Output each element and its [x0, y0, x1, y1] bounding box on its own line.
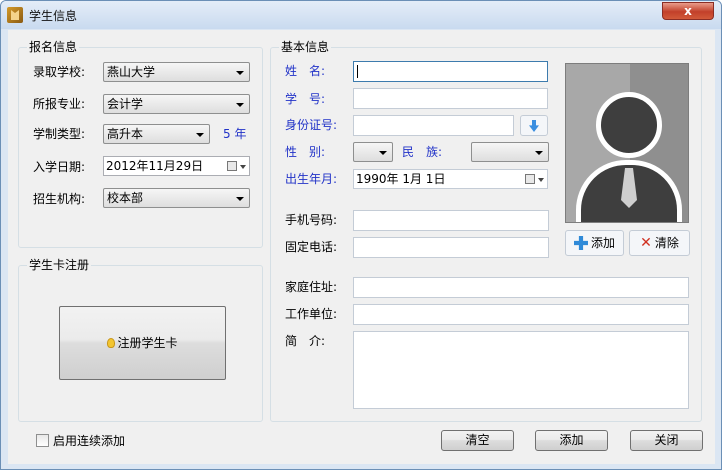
register-card-button[interactable]: 注册学生卡 [59, 306, 226, 380]
card-group-title: 学生卡注册 [27, 258, 92, 272]
phone-input[interactable] [353, 210, 549, 231]
dropdown-arrow-icon [196, 133, 204, 137]
calendar-icon [227, 161, 237, 171]
add-label: 添加 [559, 433, 584, 447]
date-label: 入学日期: [33, 160, 86, 174]
school-select-value: 燕山大学 [107, 65, 156, 79]
org-select-value: 校本部 [107, 191, 144, 205]
org-label: 招生机构: [33, 192, 86, 206]
enroll-date-picker[interactable]: 2012年11月29日 [103, 156, 250, 176]
work-label: 工作单位: [285, 307, 338, 321]
photo-clear-button[interactable]: ✕ 清除 [629, 230, 690, 256]
ethnic-label: 民 族: [402, 145, 443, 159]
photo-add-button[interactable]: 添加 [565, 230, 624, 256]
phone-label: 手机号码: [285, 213, 338, 227]
birth-label: 出生年月: [285, 172, 338, 186]
photo-box [565, 63, 689, 223]
id-read-button[interactable] [520, 115, 548, 136]
client-area: 报名信息 录取学校: 燕山大学 所报专业: 会计学 学制类型: 高升本 5 年 … [8, 30, 715, 464]
basic-group-title: 基本信息 [279, 40, 332, 54]
student-info-window: 学生信息 x 报名信息 录取学校: 燕山大学 所报专业: 会计学 学制类型: 高… [0, 0, 722, 470]
intro-label: 简 介: [285, 334, 326, 348]
type-label: 学制类型: [33, 127, 86, 141]
close-button[interactable]: 关闭 [630, 430, 703, 451]
enroll-group-title: 报名信息 [27, 40, 80, 54]
name-label: 姓 名: [285, 64, 326, 78]
plus-icon [573, 236, 588, 250]
student-no-label: 学 号: [285, 92, 326, 106]
years-text: 5 年 [223, 127, 247, 141]
id-label: 身份证号: [285, 118, 338, 132]
window-title: 学生信息 [29, 9, 78, 23]
clear-all-button[interactable]: 清空 [441, 430, 514, 451]
type-select-value: 高升本 [107, 127, 144, 141]
id-input[interactable] [353, 115, 514, 136]
text-caret [357, 65, 358, 78]
birth-date-picker[interactable]: 1990年 1月 1日 [353, 169, 548, 189]
gender-label: 性 别: [285, 145, 326, 159]
address-label: 家庭住址: [285, 280, 338, 294]
clear-all-label: 清空 [465, 433, 490, 447]
tel-label: 固定电话: [285, 240, 338, 254]
school-select[interactable]: 燕山大学 [103, 62, 250, 82]
enroll-date-value: 2012年11月29日 [106, 159, 204, 173]
major-select[interactable]: 会计学 [103, 94, 250, 114]
app-icon [7, 7, 23, 23]
address-input[interactable] [353, 277, 689, 298]
add-button[interactable]: 添加 [535, 430, 608, 451]
continuous-add-label: 启用连续添加 [53, 434, 126, 448]
dropdown-arrow-icon [535, 151, 543, 155]
major-select-value: 会计学 [107, 97, 144, 111]
work-input[interactable] [353, 304, 689, 325]
download-arrow-icon [529, 120, 539, 132]
close-icon: x [684, 4, 692, 18]
dropdown-arrow-icon [236, 197, 244, 201]
delete-x-icon: ✕ [640, 235, 652, 251]
gender-select[interactable] [353, 142, 393, 162]
birth-date-value: 1990年 1月 1日 [356, 172, 446, 186]
school-label: 录取学校: [33, 65, 86, 79]
dropdown-arrow-icon [538, 178, 544, 182]
type-select[interactable]: 高升本 [103, 124, 210, 144]
dropdown-arrow-icon [379, 151, 387, 155]
calendar-icon [525, 174, 535, 184]
lightbulb-icon [107, 338, 116, 348]
photo-add-label: 添加 [590, 236, 615, 250]
dropdown-arrow-icon [240, 165, 246, 169]
tel-input[interactable] [353, 237, 549, 258]
ethnic-select[interactable] [471, 142, 549, 162]
major-label: 所报专业: [33, 97, 86, 111]
org-select[interactable]: 校本部 [103, 188, 250, 208]
dropdown-arrow-icon [236, 71, 244, 75]
close-label: 关闭 [654, 433, 679, 447]
window-close-button[interactable]: x [662, 2, 714, 20]
name-input[interactable] [353, 61, 548, 82]
student-no-input[interactable] [353, 88, 548, 109]
photo-clear-label: 清除 [654, 236, 679, 250]
continuous-add-checkbox[interactable] [36, 434, 49, 447]
intro-textarea[interactable] [353, 331, 689, 409]
register-card-label: 注册学生卡 [117, 336, 178, 350]
title-bar: 学生信息 x [1, 1, 721, 29]
dropdown-arrow-icon [236, 103, 244, 107]
